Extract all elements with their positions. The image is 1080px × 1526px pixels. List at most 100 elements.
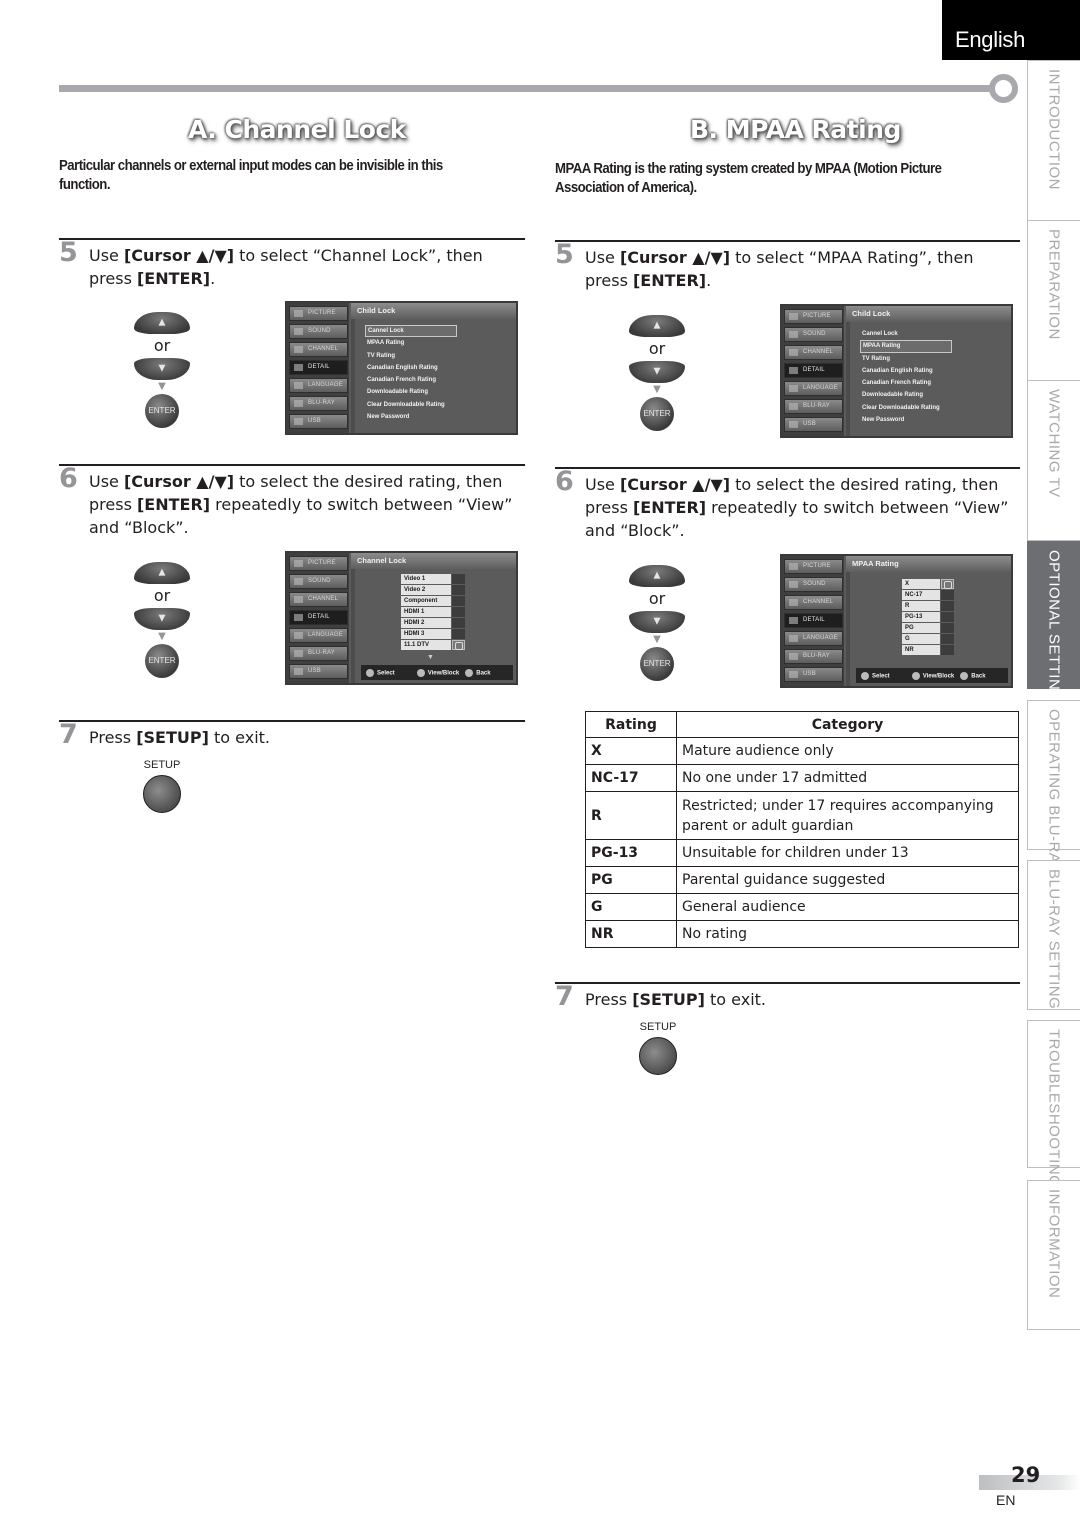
tv-menu-language: LANGUAGE	[289, 378, 348, 393]
lock-icon	[452, 640, 465, 650]
arrow-down-icon: ▼	[653, 366, 661, 377]
child-lock-list: Cannel Lock MPAA Rating TV Rating Canadi…	[860, 328, 952, 426]
tv-menu-language: LANGUAGE	[289, 628, 348, 643]
section-a-step-5: 5 Use [Cursor ▲/▼] to select “Channel Lo…	[59, 237, 483, 288]
tv-menu-blu-ray: BLU-RAY	[784, 649, 843, 664]
view-block-toggle	[941, 634, 954, 644]
tv-menu-sound: SOUND	[784, 327, 843, 342]
step-number: 5	[59, 237, 78, 268]
header-ring-ornament	[989, 74, 1018, 103]
tv-side-menu: PICTURE SOUND CHANNEL DETAIL LANGUAGE BL…	[782, 556, 844, 686]
section-b-description: MPAA Rating is the rating system created…	[555, 160, 942, 196]
section-b-step-7: 7 Press [SETUP] to exit.	[555, 981, 766, 1012]
mpaa-rating-table: Rating Category X Mature audience only NC…	[585, 711, 1019, 948]
chapter-tab-optional-setting[interactable]: OPTIONAL SETTING	[1027, 541, 1080, 702]
view-block-toggle	[452, 629, 465, 639]
tv-list-item: TV Rating	[367, 352, 395, 359]
tv-menu-sound: SOUND	[289, 574, 348, 589]
view-block-toggle	[452, 607, 465, 617]
tv-list-item: Downloadable Rating	[367, 389, 429, 396]
tv-menu-sound: SOUND	[289, 324, 348, 339]
tv-screen-header: Child Lock	[846, 306, 1011, 322]
or-label: or	[648, 339, 666, 358]
chapter-tab-introduction[interactable]: INTRODUCTION	[1027, 60, 1080, 221]
or-label: or	[648, 589, 666, 608]
tv-list-item: MPAA Rating	[860, 340, 952, 353]
header-rule	[59, 85, 994, 92]
tv-list-item: TV Rating	[862, 355, 890, 362]
page-number: 29	[1011, 1463, 1041, 1487]
enter-button: ENTER	[640, 397, 674, 431]
cursor-up-button: ▲	[134, 312, 190, 334]
tv-list-item: Canadian English Rating	[367, 364, 438, 371]
tv-list-item: Clear Downloadable Rating	[367, 401, 445, 408]
tv-list-item: New Password	[862, 417, 905, 424]
arrow-up-icon: ▲	[653, 320, 661, 331]
remote-cursor-enter-b5: ▲ or ▼ ▼ ENTER	[627, 315, 687, 431]
tv-footer-hints: Select View/Block Back	[361, 665, 513, 680]
or-label: or	[153, 586, 171, 605]
tv-menu-picture: PICTURE	[289, 306, 348, 321]
tv-screen-channel-lock: PICTURE SOUND CHANNEL DETAIL LANGUAGE BL…	[285, 551, 518, 685]
cursor-down-button: ▼	[134, 608, 190, 630]
table-row: X Mature audience only	[585, 737, 1019, 765]
setup-button	[143, 775, 181, 813]
tv-screen-header: MPAA Rating	[846, 556, 1011, 572]
option-row: Component	[401, 596, 465, 606]
tv-side-menu: PICTURE SOUND CHANNEL DETAIL LANGUAGE BL…	[782, 306, 844, 436]
option-row: PG	[902, 623, 954, 633]
tv-menu-usb: USB	[289, 414, 348, 429]
arrow-down-icon: ▼	[158, 613, 166, 624]
step-number: 7	[555, 981, 574, 1012]
option-row: NC-17	[902, 590, 954, 600]
channel-lock-options: Video 1 Video 2 Component HDMI 1 HDMI 2 …	[401, 574, 465, 651]
cursor-down-button: ▼	[629, 361, 685, 383]
table-row: PG Parental guidance suggested	[585, 866, 1019, 894]
tv-screen-header: Channel Lock	[351, 553, 516, 569]
then-arrow-icon: ▼	[653, 384, 661, 395]
chapter-tab-information[interactable]: INFORMATION	[1027, 1180, 1080, 1330]
option-row: X	[902, 579, 954, 589]
tv-list-item: Canadian French Rating	[367, 377, 437, 384]
cursor-up-button: ▲	[629, 565, 685, 587]
section-b-step-6: 6 Use [Cursor ▲/▼] to select the desired…	[555, 466, 1009, 540]
enter-icon	[416, 668, 425, 677]
then-arrow-icon: ▼	[653, 634, 661, 645]
table-row: PG-13 Unsuitable for children under 13	[585, 839, 1019, 867]
remote-cursor-enter-a5: ▲ or ▼ ▼ ENTER	[132, 312, 192, 428]
chapter-tab-operating-blu-ray[interactable]: OPERATING BLU-RAY	[1027, 700, 1080, 873]
view-block-toggle	[452, 585, 465, 595]
option-row: HDMI 2	[401, 618, 465, 628]
tv-list-item: Clear Downloadable Rating	[862, 404, 940, 411]
then-arrow-icon: ▼	[158, 631, 166, 642]
tv-side-menu: PICTURE SOUND CHANNEL DETAIL LANGUAGE BL…	[287, 553, 349, 683]
chapter-tab-troubleshooting[interactable]: TROUBLESHOOTING	[1027, 1020, 1080, 1187]
tv-menu-detail: DETAIL	[289, 360, 348, 375]
option-row: HDMI 3	[401, 629, 465, 639]
cursor-down-button: ▼	[134, 358, 190, 380]
remote-cursor-enter-a6: ▲ or ▼ ▼ ENTER	[132, 562, 192, 678]
tv-list-item: New Password	[367, 414, 410, 421]
then-arrow-icon: ▼	[158, 381, 166, 392]
back-icon	[960, 671, 969, 680]
remote-cursor-enter-b6: ▲ or ▼ ▼ ENTER	[627, 565, 687, 681]
or-label: or	[153, 336, 171, 355]
cursor-down-button: ▼	[629, 611, 685, 633]
tv-menu-language: LANGUAGE	[784, 631, 843, 646]
chapter-tab-preparation[interactable]: PREPARATION	[1027, 220, 1080, 381]
table-row: R Restricted; under 17 requires accompany…	[585, 791, 1019, 840]
tv-menu-language: LANGUAGE	[784, 381, 843, 396]
chapter-tab-blu-ray-setting[interactable]: BLU-RAY SETTING	[1027, 860, 1080, 1010]
option-row: PG-13	[902, 612, 954, 622]
tv-screen-child-lock-b: PICTURE SOUND CHANNEL DETAIL LANGUAGE BL…	[780, 304, 1013, 438]
option-row: HDMI 1	[401, 607, 465, 617]
tv-menu-channel: CHANNEL	[289, 342, 348, 357]
step-divider	[59, 720, 525, 722]
chapter-tab-watching-tv[interactable]: WATCHING TV	[1027, 380, 1080, 541]
enter-button: ENTER	[145, 644, 179, 678]
arrow-up-icon: ▲	[653, 570, 661, 581]
tv-menu-picture: PICTURE	[289, 556, 348, 571]
setup-button	[639, 1037, 677, 1075]
tv-screen-mpaa-rating: PICTURE SOUND CHANNEL DETAIL LANGUAGE BL…	[780, 554, 1013, 688]
view-block-toggle	[452, 618, 465, 628]
